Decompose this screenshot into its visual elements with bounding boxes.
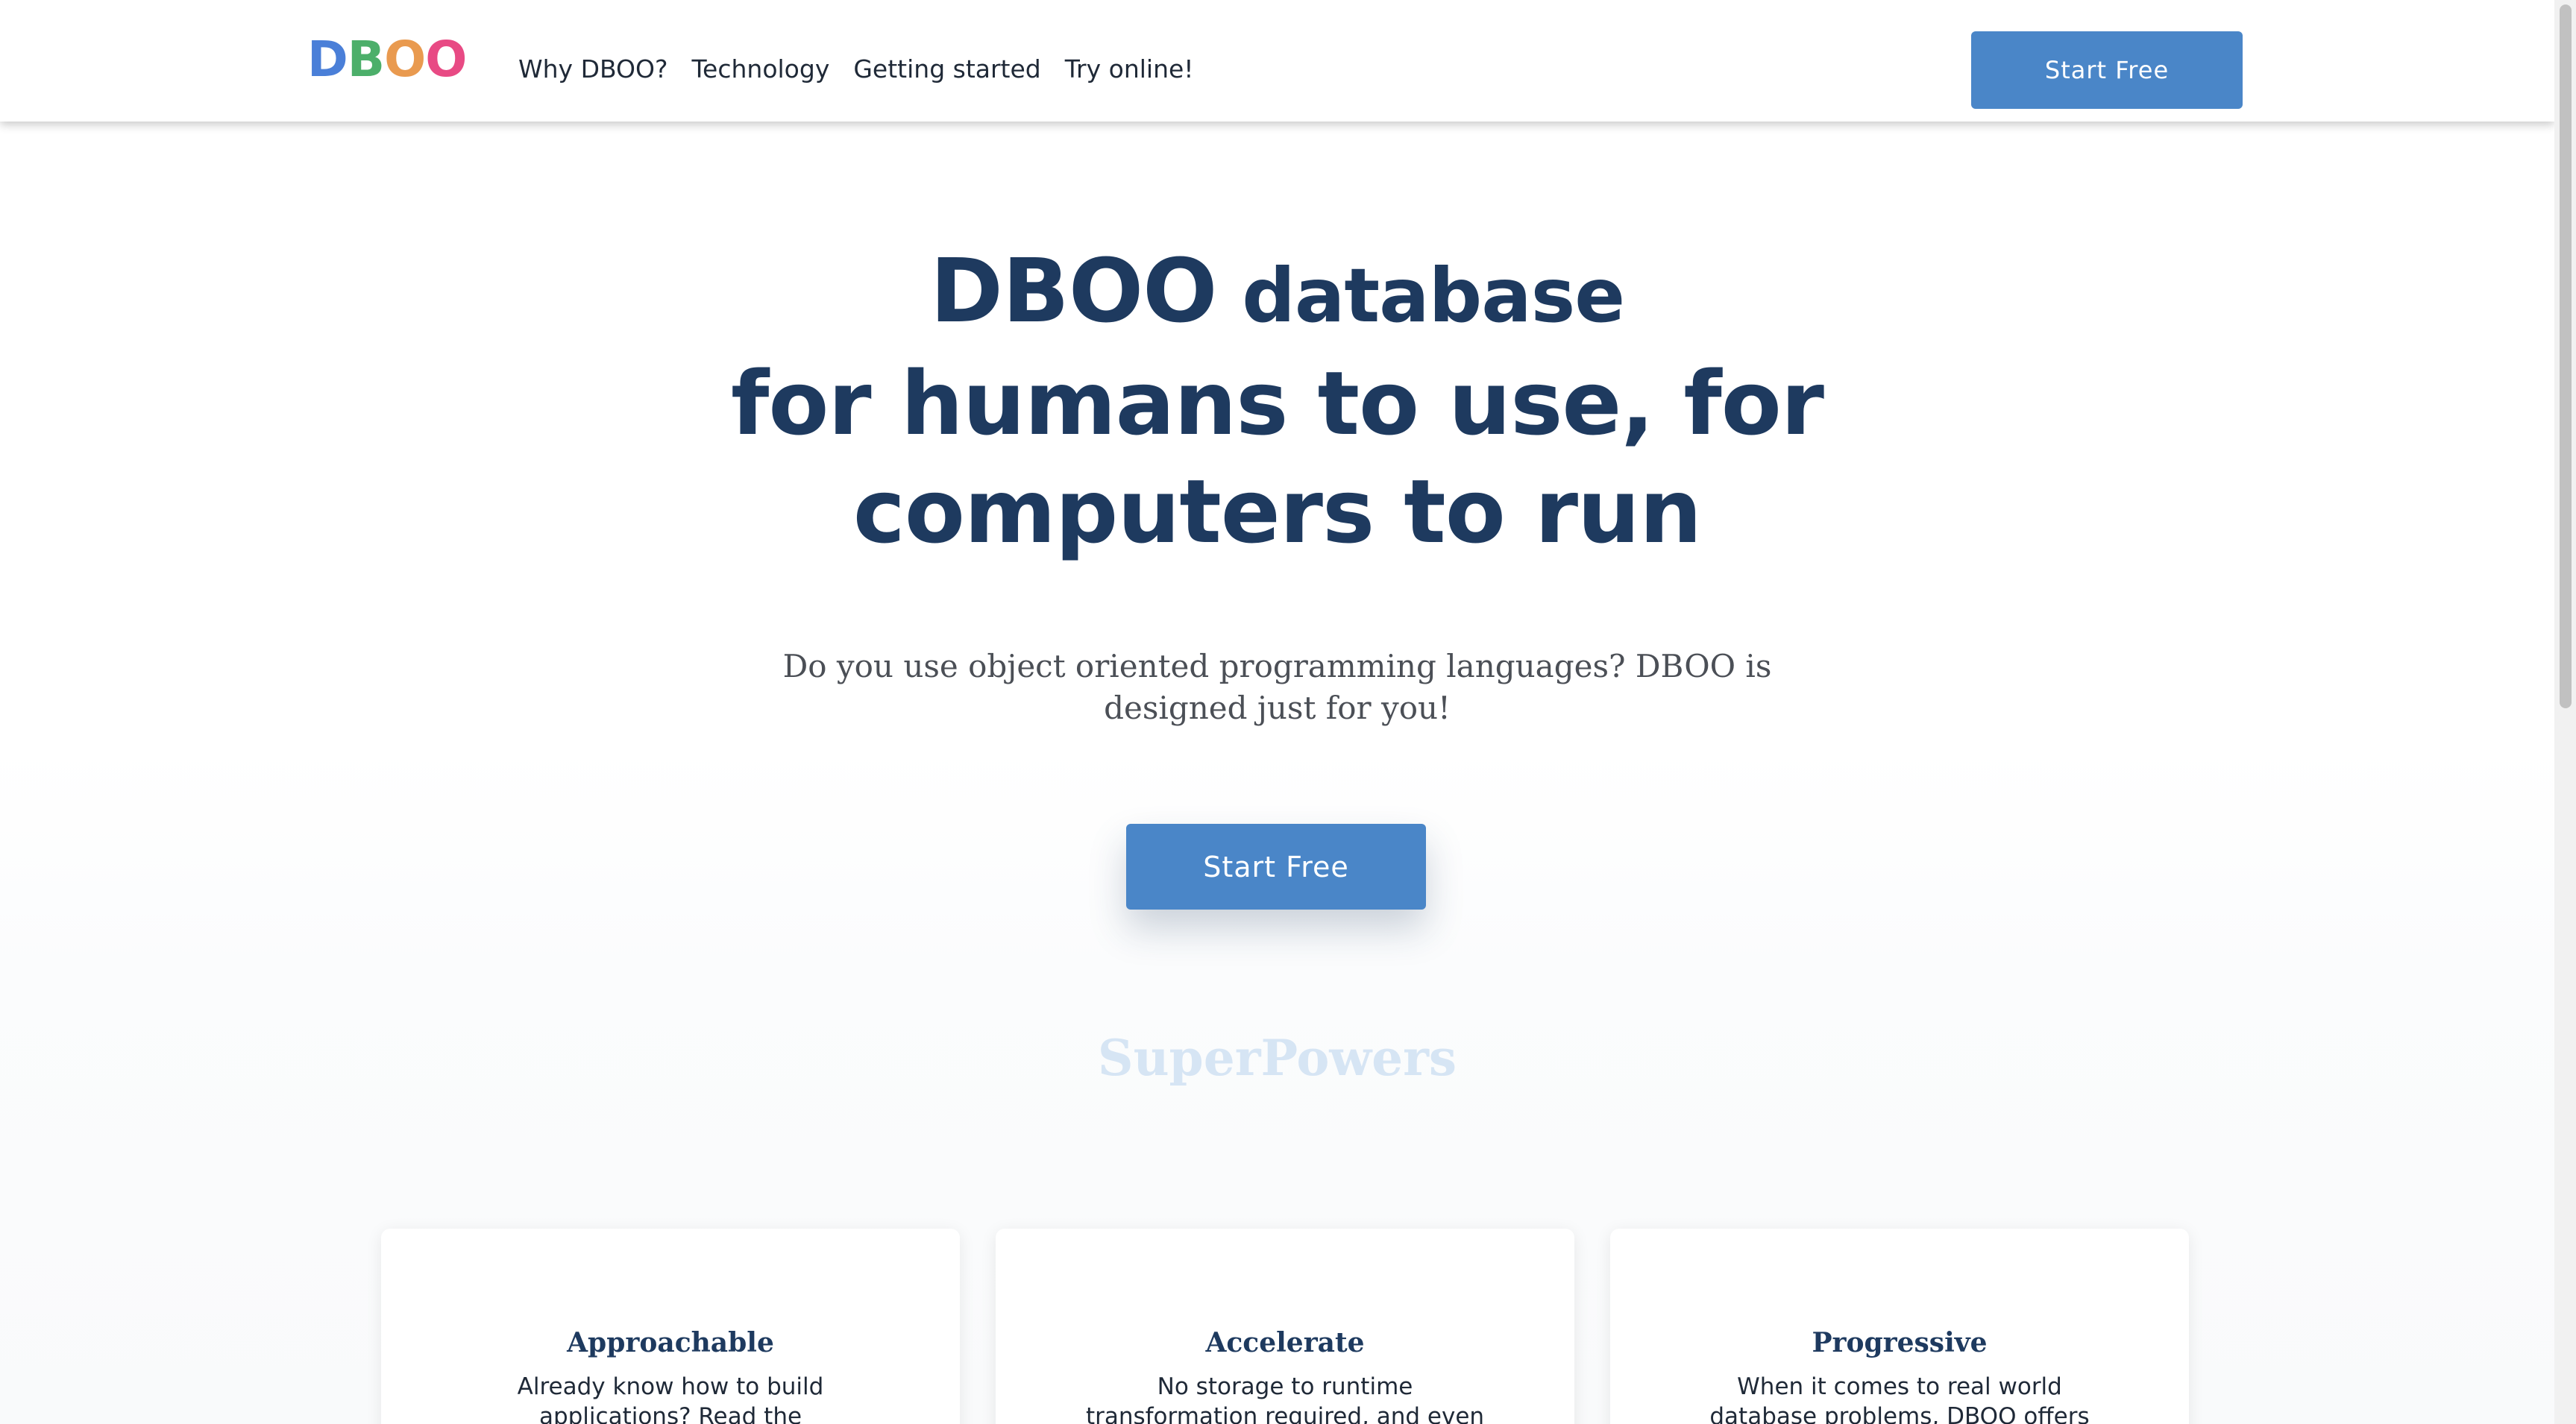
card-title: Progressive [1812, 1327, 1988, 1358]
logo-letter: O [384, 31, 426, 88]
site-header: D B O O Why DBOO? Technology Getting sta… [0, 0, 2554, 122]
card-title: Accelerate [1205, 1327, 1365, 1358]
nav-technology[interactable]: Technology [692, 52, 830, 86]
card-text: When it comes to real world database pro… [1709, 1373, 2090, 1424]
card-text: No storage to runtime transformation req… [1085, 1373, 1485, 1424]
card-title: Approachable [567, 1327, 774, 1358]
logo-letter: B [347, 31, 385, 88]
hero-title-line3: computers to run [852, 460, 1702, 563]
logo-letter: D [307, 31, 348, 88]
superpowers-heading: SuperPowers [1097, 1029, 1457, 1087]
hero-subtitle: Do you use object oriented programming l… [782, 648, 1772, 726]
header-start-free-button[interactable]: Start Free [1971, 31, 2243, 109]
main-nav: Why DBOO? Technology Getting started Try… [518, 52, 1194, 86]
hero-start-free-button[interactable]: Start Free [1126, 824, 1426, 910]
logo-letter: O [425, 31, 467, 88]
hero-title-brand: DBOO [929, 239, 1218, 342]
page-scrollbar[interactable] [2554, 0, 2576, 1424]
scrollbar-thumb[interactable] [2560, 4, 2572, 708]
hero-title-line2: for humans to use, for [731, 352, 1824, 455]
nav-try-online[interactable]: Try online! [1065, 52, 1194, 86]
dboo-logo[interactable]: D B O O [307, 31, 467, 88]
page: D B O O Why DBOO? Technology Getting sta… [0, 0, 2576, 1424]
nav-getting-started[interactable]: Getting started [853, 52, 1040, 86]
feature-card-approachable: Approachable Already know how to build a… [381, 1229, 960, 1424]
feature-card-accelerate: Accelerate No storage to runtime transfo… [996, 1229, 1574, 1424]
feature-card-progressive: Progressive When it comes to real world … [1610, 1229, 2189, 1424]
card-text: Already know how to build applications? … [517, 1373, 824, 1424]
hero-title: DBOO database for humans to use, for com… [0, 237, 2554, 566]
nav-why-dboo[interactable]: Why DBOO? [518, 52, 668, 86]
hero-title-database: database [1216, 252, 1625, 339]
